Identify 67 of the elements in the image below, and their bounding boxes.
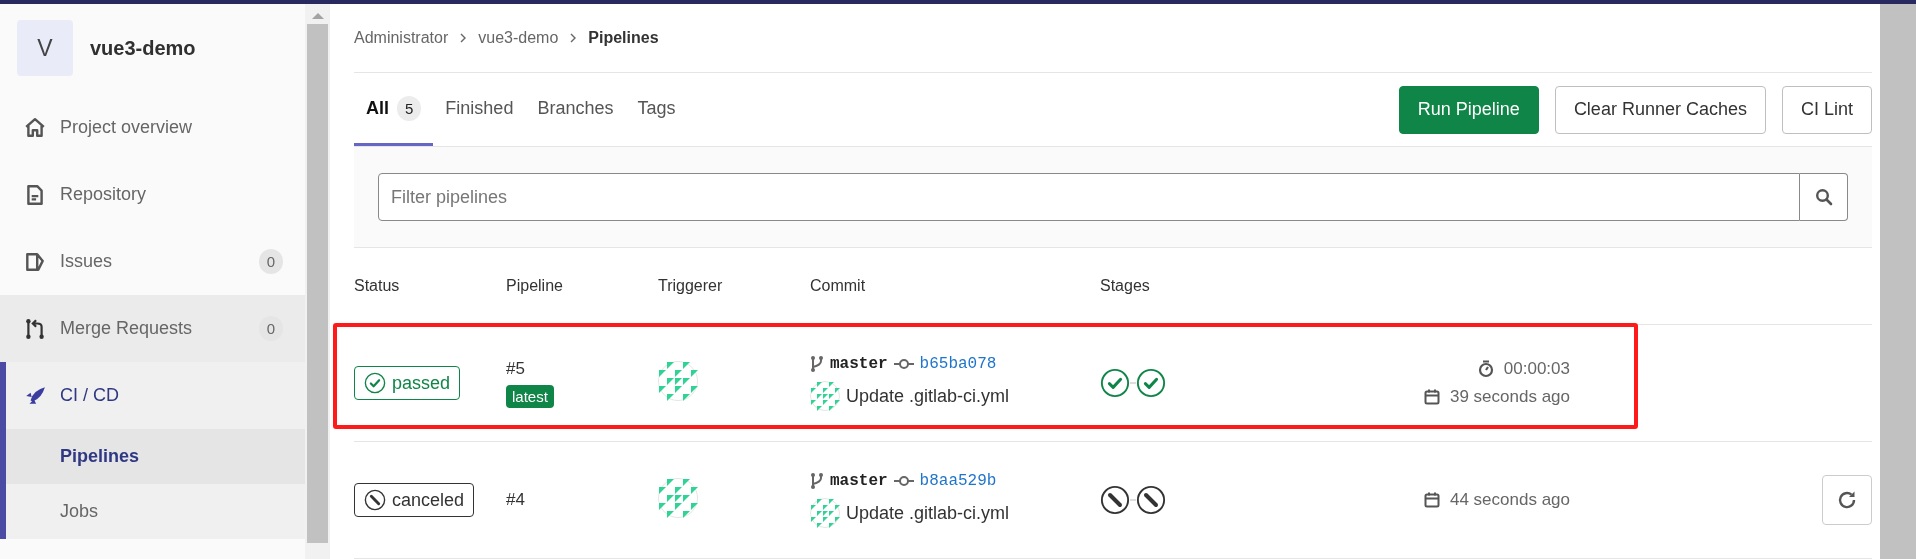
finished-time: 39 seconds ago: [1449, 387, 1570, 407]
author-avatar-icon: [810, 381, 840, 411]
status-icon: [364, 489, 386, 511]
count-badge: 0: [258, 249, 283, 274]
stage-icon: [1100, 368, 1130, 398]
timer-icon: [1477, 360, 1494, 378]
tab[interactable]: Branches: [525, 73, 626, 146]
avatar-icon: [658, 478, 698, 518]
rocket-icon: [24, 384, 46, 407]
sidebar-item[interactable]: Repository: [0, 161, 305, 228]
merge-request-icon: [24, 317, 46, 340]
column-header: Status: [354, 277, 401, 295]
sidebar-item[interactable]: CI / CD: [0, 362, 305, 429]
status-icon: [364, 372, 386, 394]
tab[interactable]: Finished: [433, 73, 526, 146]
commit-message[interactable]: Update .gitlab-ci.yml: [846, 502, 1010, 524]
action-button[interactable]: Clear Runner Caches: [1554, 85, 1766, 134]
search-button[interactable]: [1800, 173, 1848, 221]
commit-message[interactable]: Update .gitlab-ci.yml: [846, 385, 1010, 407]
tab[interactable]: Tags: [625, 73, 688, 146]
breadcrumb-link[interactable]: Pipelines: [588, 29, 659, 47]
pipeline-link[interactable]: #5: [506, 358, 525, 379]
stage-icon: [1136, 368, 1166, 398]
search-field[interactable]: Filter pipelines: [378, 173, 1800, 221]
sidebar-subitem[interactable]: Jobs: [6, 484, 305, 539]
pipeline-link[interactable]: #4: [506, 490, 525, 510]
commit-sha[interactable]: b8aa529b: [919, 472, 997, 490]
project-avatar: V: [17, 20, 73, 76]
home-icon: [24, 116, 46, 139]
calendar-icon: [1423, 492, 1440, 508]
status-badge[interactable]: passed: [354, 366, 461, 400]
avatar-icon: [658, 361, 698, 401]
stage-icon: [1136, 485, 1166, 515]
status-badge[interactable]: canceled: [354, 483, 475, 517]
sidebar-subitem[interactable]: Pipelines: [6, 429, 305, 484]
branch-icon: [810, 355, 824, 373]
sidebar-item[interactable]: Project overview: [0, 94, 305, 161]
column-header: Pipeline: [506, 277, 564, 295]
search-icon: [1814, 188, 1833, 206]
scrollbar[interactable]: [305, 4, 330, 559]
sidebar-item[interactable]: Merge Requests 0: [0, 295, 305, 362]
issue-icon: [24, 250, 46, 273]
retry-button[interactable]: [1822, 475, 1872, 525]
finished-time: 44 seconds ago: [1449, 490, 1570, 510]
stage-icon: [1100, 485, 1130, 515]
document-icon: [24, 183, 46, 206]
sidebar-item[interactable]: Issues 0: [0, 228, 305, 295]
count-badge: 0: [258, 316, 283, 341]
column-header: Commit: [810, 277, 867, 295]
column-header: Stages: [1100, 277, 1151, 295]
branch-icon: [810, 472, 824, 490]
duration-text: 00:00:03: [1503, 359, 1570, 379]
author-avatar-icon: [810, 498, 840, 528]
breadcrumb-link[interactable]: Administrator: [354, 29, 449, 47]
branch-name[interactable]: master: [830, 472, 888, 490]
calendar-icon: [1423, 389, 1440, 405]
run-pipeline-button[interactable]: Run Pipeline: [1398, 85, 1539, 134]
breadcrumb-link[interactable]: vue3-demo: [478, 29, 559, 47]
commit-sha[interactable]: b65ba078: [919, 355, 997, 373]
column-header: Triggerer: [658, 277, 724, 295]
project-name[interactable]: vue3-demo: [90, 36, 196, 60]
commit-icon: [893, 358, 914, 370]
branch-name[interactable]: master: [830, 355, 888, 373]
action-button[interactable]: CI Lint: [1781, 85, 1872, 134]
commit-icon: [893, 475, 914, 487]
scrollbar[interactable]: [1880, 4, 1916, 559]
latest-badge: latest: [506, 384, 554, 408]
